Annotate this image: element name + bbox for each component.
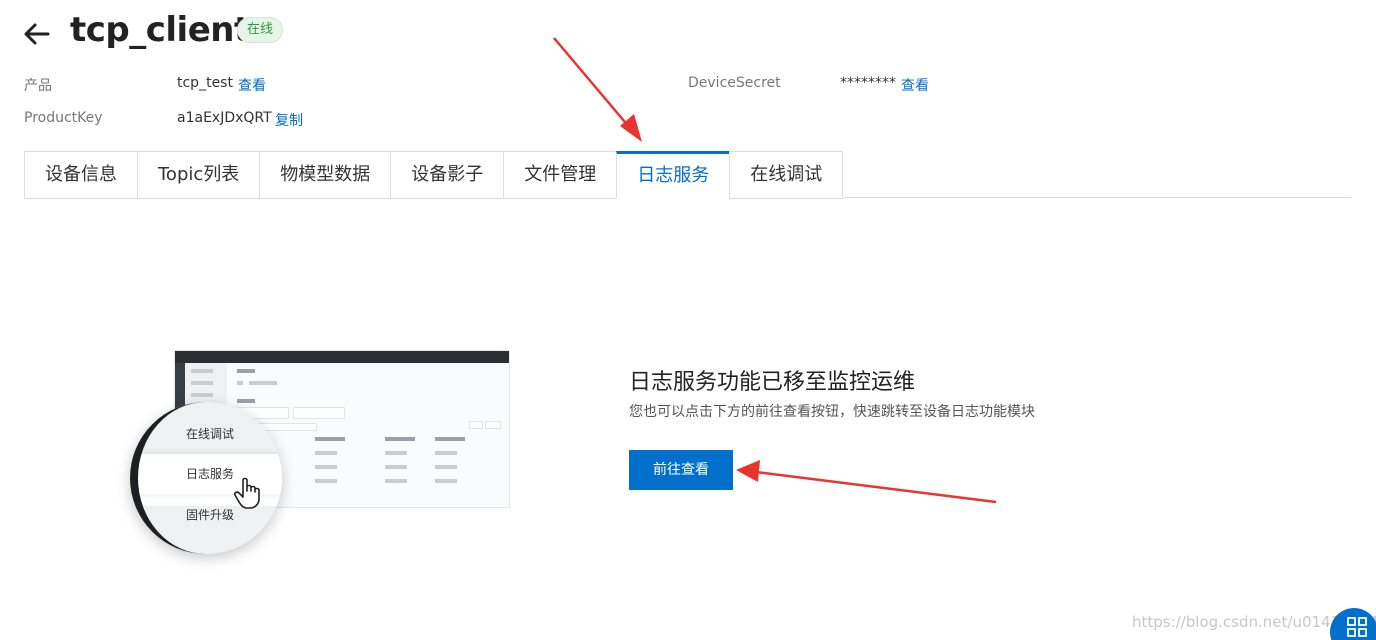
tab-bar: 设备信息 Topic列表 物模型数据 设备影子 文件管理 日志服务 在线调试 — [24, 151, 843, 199]
status-badge: 在线 — [237, 17, 283, 43]
notice-title: 日志服务功能已移至监控运维 — [629, 364, 915, 396]
tab-thing-model-data[interactable]: 物模型数据 — [259, 151, 390, 199]
product-value: tcp_test — [177, 75, 233, 91]
tab-file-management[interactable]: 文件管理 — [503, 151, 616, 199]
migration-illustration: 在线调试 日志服务 固件升级 — [130, 350, 512, 560]
grid-icon[interactable] — [1346, 616, 1368, 638]
productkey-label: ProductKey — [24, 110, 103, 126]
productkey-value: a1aExJDxQRT — [177, 110, 272, 126]
tab-device-shadow[interactable]: 设备影子 — [390, 151, 503, 199]
devicesecret-value: ******** — [840, 75, 896, 91]
tab-online-debug[interactable]: 在线调试 — [729, 151, 843, 199]
tab-topic-list[interactable]: Topic列表 — [137, 151, 259, 199]
product-view-link[interactable]: 查看 — [238, 75, 266, 95]
tab-log-service[interactable]: 日志服务 — [616, 151, 729, 199]
notice-description: 您也可以点击下方的前往查看按钮，快速跳转至设备日志功能模块 — [629, 401, 1035, 421]
devicesecret-view-link[interactable]: 查看 — [901, 75, 929, 95]
hand-pointer-icon — [232, 476, 266, 510]
page-title: tcp_client — [70, 10, 250, 50]
devicesecret-label: DeviceSecret — [688, 75, 781, 91]
tab-device-info[interactable]: 设备信息 — [24, 151, 137, 199]
productkey-copy-link[interactable]: 复制 — [275, 110, 303, 130]
product-label: 产品 — [24, 75, 52, 95]
go-view-button[interactable]: 前往查看 — [629, 450, 733, 490]
back-arrow-icon[interactable] — [22, 22, 50, 46]
